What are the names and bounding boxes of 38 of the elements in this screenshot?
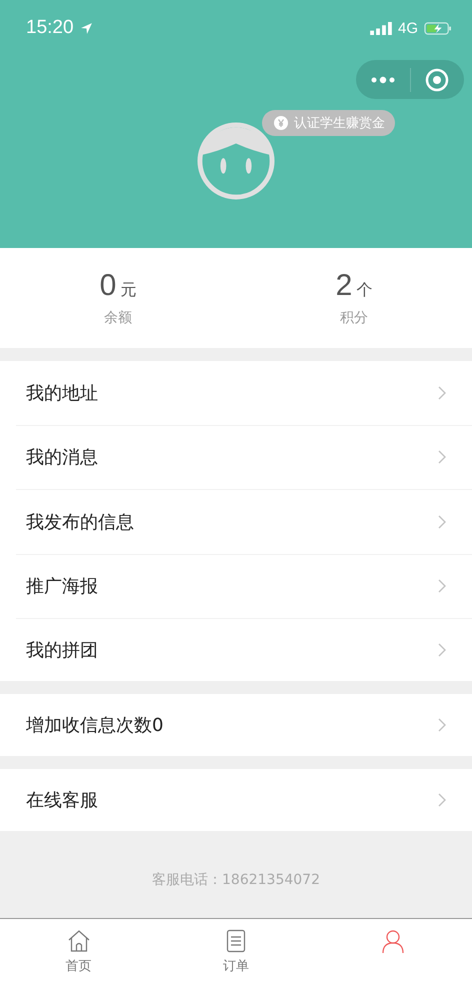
- chevron-icon: [438, 579, 446, 594]
- menu-item-label: 我的地址: [26, 382, 98, 405]
- service-phone: 客服电话：18621354072: [152, 871, 320, 890]
- avatar-icon: [197, 122, 275, 200]
- network-label: 4G: [398, 20, 418, 36]
- menu-item-label: 推广海报: [26, 575, 98, 598]
- stat-value: 2: [336, 269, 352, 303]
- stat-value: 0: [100, 269, 116, 303]
- menu-item[interactable]: 我的消息: [16, 426, 472, 490]
- stat-label: 积分: [340, 309, 368, 327]
- stat-unit: 个: [356, 280, 372, 301]
- signal-icon: [370, 22, 392, 34]
- location-icon: [80, 22, 93, 34]
- status-time: 15:20: [26, 17, 74, 39]
- menu-item-label: 在线客服: [26, 789, 98, 812]
- battery-icon: [424, 22, 452, 34]
- menu-item[interactable]: 推广海报: [16, 554, 472, 619]
- person-icon: [381, 929, 406, 953]
- badge-text: 认证学生赚赏金: [294, 115, 385, 132]
- menu-item[interactable]: 我发布的信息: [16, 490, 472, 554]
- chevron-icon: [438, 386, 446, 400]
- menu-item[interactable]: 我的拼团: [16, 619, 472, 681]
- menu-item-label: 我的消息: [26, 446, 98, 470]
- chevron-icon: [438, 514, 446, 529]
- chevron-icon: [438, 450, 446, 464]
- stat-unit: 元: [120, 280, 136, 301]
- tab-item[interactable]: 首页: [0, 919, 158, 988]
- yen-icon: [274, 116, 288, 130]
- tab-item[interactable]: 订单: [157, 919, 315, 988]
- menu-item-label: 我发布的信息: [26, 510, 134, 534]
- stat-label: 余额: [104, 309, 132, 327]
- menu-item-label: 增加收信息次数0: [26, 714, 164, 737]
- home-icon: [66, 929, 91, 953]
- chevron-icon: [438, 643, 446, 657]
- menu-item[interactable]: 我的地址: [16, 361, 472, 426]
- chevron-icon: [438, 718, 446, 732]
- chevron-icon: [438, 793, 446, 807]
- menu-item-label: 我的拼团: [26, 639, 98, 662]
